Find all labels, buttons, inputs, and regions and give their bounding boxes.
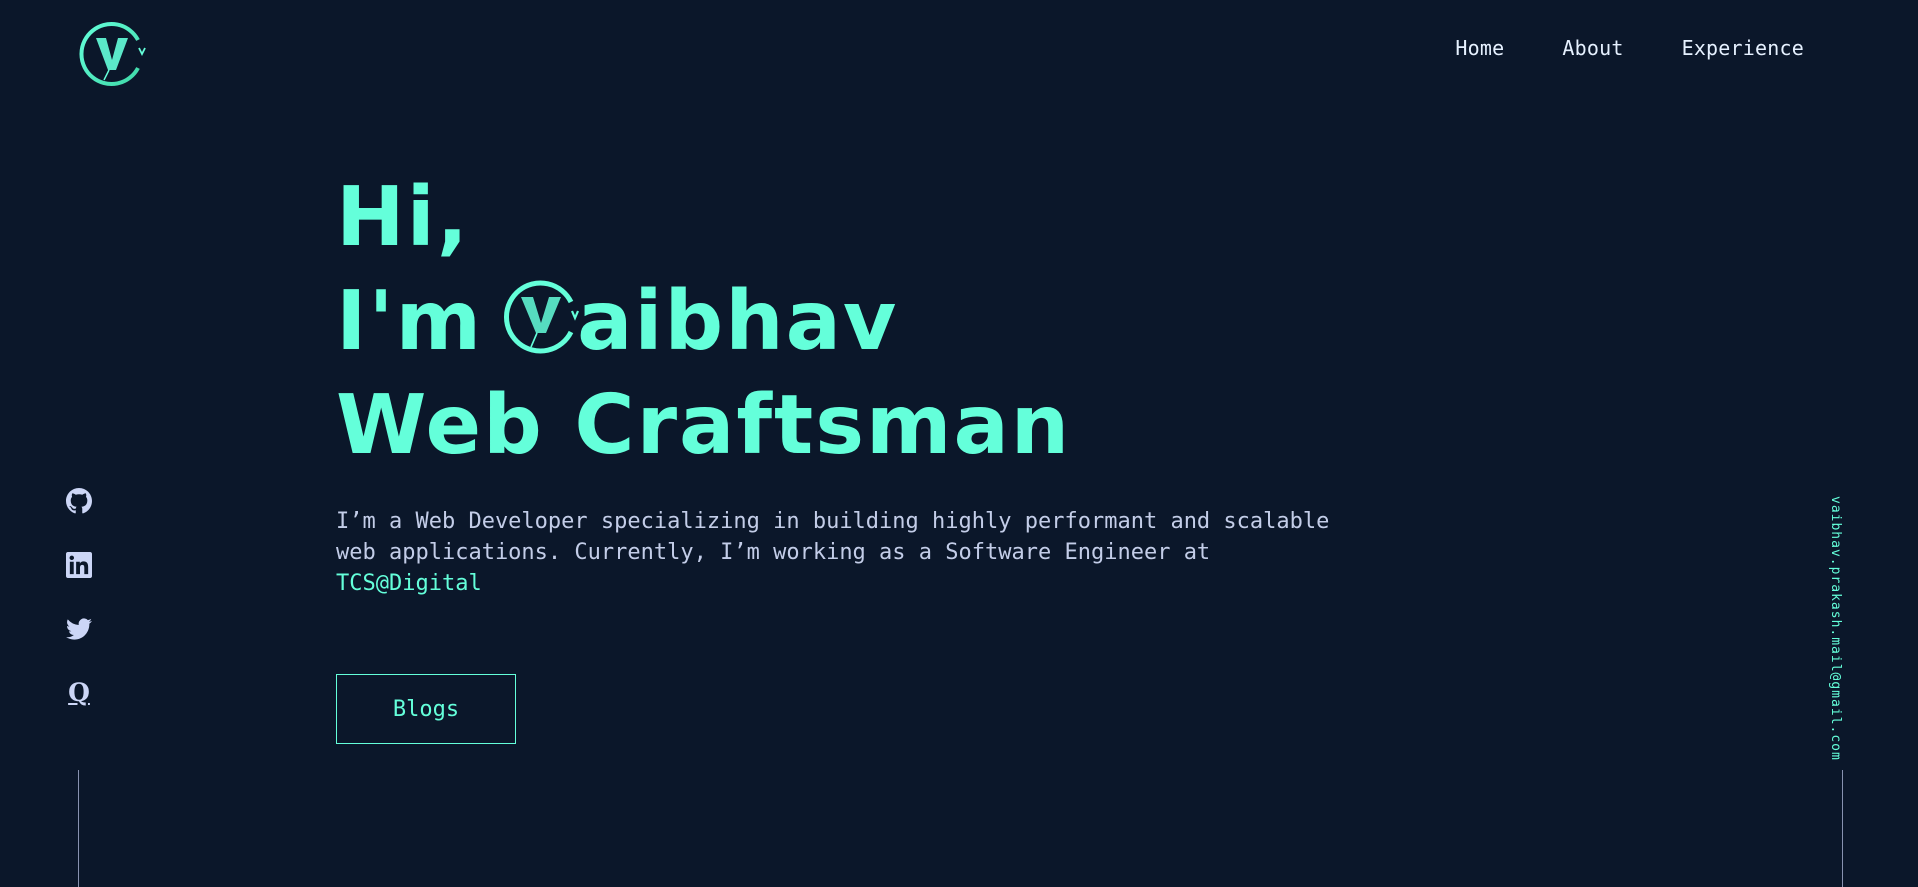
company-link[interactable]: TCS@Digital [336,571,482,596]
hero-greeting: Hi, [336,170,470,265]
github-icon [66,488,92,514]
hero-section: Hi, I'm aibhav Web Craftsman [336,166,1071,478]
nav-home-link[interactable]: Home [1455,36,1504,60]
github-link[interactable] [66,488,92,514]
quora-link[interactable]: Q [66,680,92,706]
twitter-icon [66,618,92,640]
hero-title: Web Craftsman [336,378,1072,473]
hero-description: I’m a Web Developer specializing in buil… [336,506,1336,599]
left-divider-line [78,770,79,887]
hero-name: aibhav [577,274,899,369]
hero-name-line: I'm aibhav [336,270,1071,374]
main-nav: Home About Experience [1455,36,1804,60]
linkedin-icon [66,552,92,578]
nav-about-link[interactable]: About [1562,36,1623,60]
social-links: Q [64,488,94,706]
right-divider-line [1842,770,1843,887]
nav-experience-link[interactable]: Experience [1682,36,1804,60]
logo-icon[interactable] [76,18,148,90]
hero-im: I'm [336,274,484,369]
twitter-link[interactable] [66,616,92,642]
email-link[interactable]: vaibhav.prakash.mail@gmail.com [1828,496,1843,761]
v-logo-icon [504,280,580,354]
hero-heading: Hi, I'm aibhav Web Craftsman [336,166,1071,478]
quora-icon: Q [68,678,90,707]
hero-description-text: I’m a Web Developer specializing in buil… [336,509,1330,565]
blogs-button[interactable]: Blogs [336,674,516,744]
linkedin-link[interactable] [66,552,92,578]
